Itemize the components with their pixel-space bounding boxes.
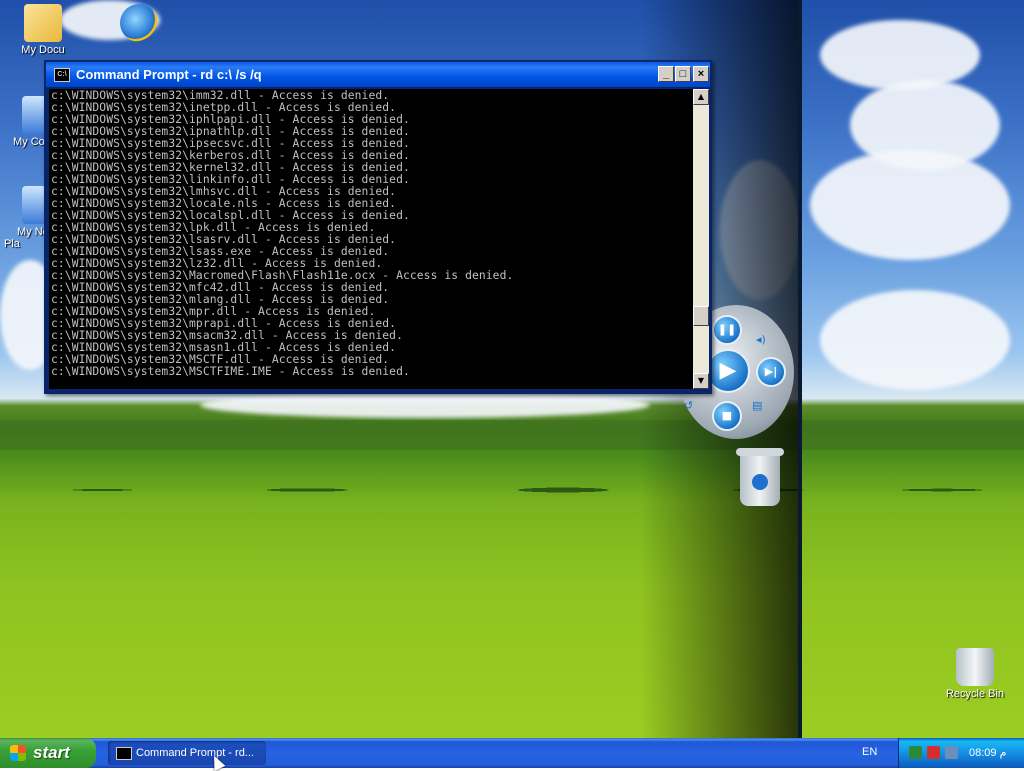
repeat-icon[interactable]: ↺ bbox=[684, 399, 693, 412]
scroll-thumb[interactable] bbox=[693, 306, 709, 326]
command-prompt-icon bbox=[116, 747, 132, 760]
start-button[interactable]: start bbox=[0, 738, 96, 768]
cloud bbox=[820, 20, 980, 90]
trash-logo-icon bbox=[752, 474, 768, 490]
trash-lid bbox=[736, 448, 784, 456]
desktop-icon-label: My Co bbox=[13, 136, 45, 148]
language-indicator[interactable]: EN bbox=[862, 746, 877, 758]
taskbar-item-command-prompt[interactable]: Command Prompt - rd... bbox=[108, 741, 266, 765]
internet-explorer-icon bbox=[120, 4, 158, 42]
taskbar: start Command Prompt - rd... EN 08:09 م bbox=[0, 738, 1024, 768]
pause-button[interactable]: ❚❚ bbox=[712, 315, 742, 345]
next-icon: ▶| bbox=[764, 365, 778, 378]
console-output[interactable]: c:\WINDOWS\system32\imm32.dll - Access i… bbox=[49, 89, 693, 389]
start-label: start bbox=[33, 743, 70, 762]
desktop-icon-internet-explorer[interactable] bbox=[100, 4, 178, 44]
desktop-icon-recycle-bin[interactable]: Recycle Bin bbox=[936, 648, 1014, 700]
scroll-up-button[interactable]: ▲ bbox=[693, 89, 709, 105]
network-icon bbox=[22, 186, 46, 224]
cloud bbox=[820, 290, 1010, 390]
window-titlebar[interactable]: C:\ Command Prompt - rd c:\ /s /q _ □ × bbox=[46, 62, 710, 87]
close-button[interactable]: × bbox=[693, 66, 709, 82]
console-text: c:\WINDOWS\system32\imm32.dll - Access i… bbox=[49, 89, 693, 379]
maximize-button[interactable]: □ bbox=[675, 66, 691, 82]
taskbar-item-label: Command Prompt - rd... bbox=[136, 747, 254, 759]
vertical-scrollbar[interactable]: ▲ ▼ bbox=[693, 89, 709, 389]
recycle-bin-icon bbox=[956, 648, 994, 686]
next-button[interactable]: ▶| bbox=[756, 357, 786, 387]
pause-icon: ❚❚ bbox=[717, 323, 737, 336]
hills bbox=[0, 420, 1024, 450]
minimize-button[interactable]: _ bbox=[658, 66, 674, 82]
clock[interactable]: 08:09 م bbox=[969, 746, 1006, 759]
treeline bbox=[0, 460, 1024, 510]
desktop-icon-my-documents[interactable]: My Docu bbox=[4, 4, 82, 56]
safely-remove-tray-icon[interactable] bbox=[927, 746, 940, 759]
playlist-icon[interactable]: ▤ bbox=[752, 399, 762, 412]
system-tray: 08:09 م bbox=[898, 738, 1024, 768]
desktop-icon-my-network-places[interactable]: My Ne Pla bbox=[4, 186, 49, 250]
folder-icon bbox=[24, 4, 62, 42]
desktop-icon-label: My Docu bbox=[21, 44, 65, 56]
desktop-icon-label: Recycle Bin bbox=[945, 688, 1005, 700]
command-prompt-icon[interactable]: C:\ bbox=[54, 68, 70, 82]
trash-widget[interactable] bbox=[734, 446, 788, 508]
wallpaper-divider bbox=[798, 0, 802, 738]
stop-icon: ■ bbox=[721, 409, 733, 422]
command-prompt-window[interactable]: C:\ Command Prompt - rd c:\ /s /q _ □ × … bbox=[44, 60, 712, 394]
desktop-icon-label: My Ne Pla bbox=[4, 226, 49, 250]
cloud bbox=[810, 150, 1010, 260]
console-line: c:\WINDOWS\system32\MSCTFIME.IME - Acces… bbox=[51, 365, 410, 378]
cloud bbox=[200, 392, 650, 418]
volume-icon[interactable]: ◂) bbox=[756, 333, 766, 346]
network-tray-icon[interactable] bbox=[909, 746, 922, 759]
volume-tray-icon[interactable] bbox=[945, 746, 958, 759]
play-button[interactable]: ▶ bbox=[706, 349, 750, 393]
stop-button[interactable]: ■ bbox=[712, 401, 742, 431]
windows-logo-icon bbox=[10, 745, 26, 761]
window-title: Command Prompt - rd c:\ /s /q bbox=[76, 67, 262, 82]
play-icon: ▶ bbox=[719, 358, 737, 383]
scroll-down-button[interactable]: ▼ bbox=[693, 373, 709, 389]
